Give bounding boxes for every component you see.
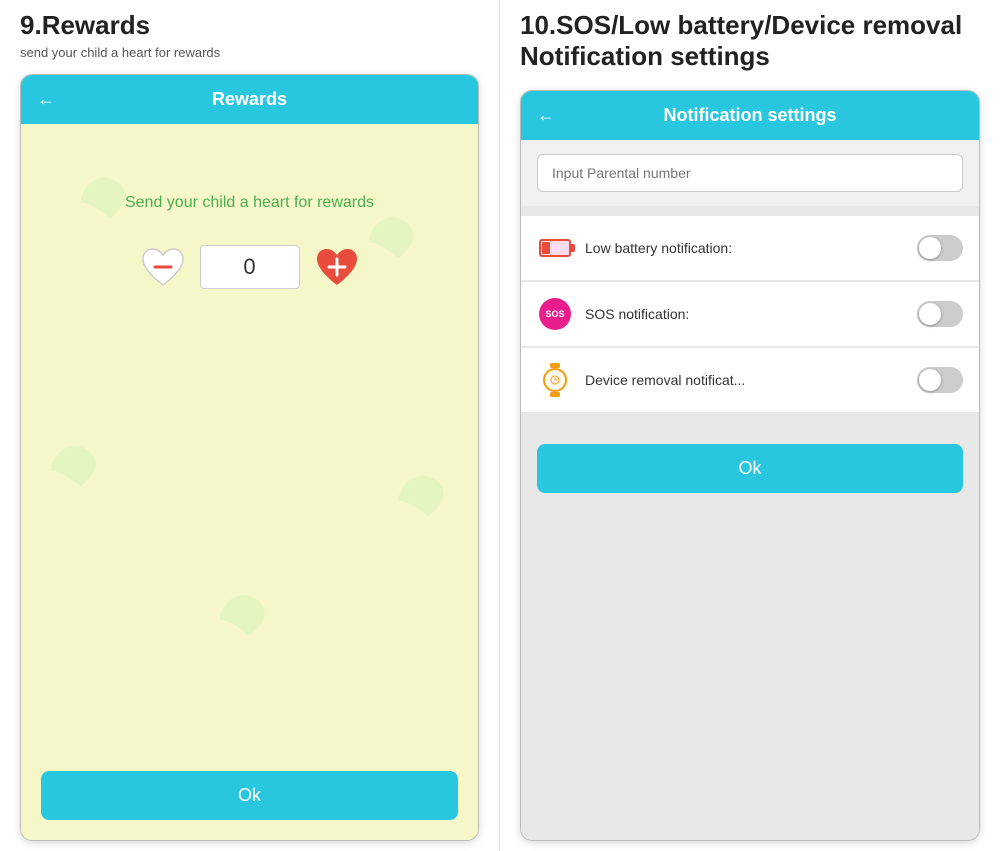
right-section-number: 10.: [520, 10, 556, 40]
left-phone-body: Send your child a heart for rewards 0: [21, 124, 478, 840]
rewards-message: Send your child a heart for rewards: [125, 194, 374, 212]
device-removal-toggle[interactable]: [917, 367, 963, 393]
device-removal-row: Device removal notificat...: [521, 348, 979, 412]
left-section-subtitle: send your child a heart for rewards: [20, 45, 479, 60]
increase-heart-button[interactable]: [312, 242, 362, 292]
left-panel: 9.Rewards send your child a heart for re…: [0, 0, 500, 851]
right-header-title: Notification settings: [663, 105, 836, 126]
watch-icon: [537, 362, 573, 398]
left-phone-header: ← Rewards: [21, 75, 478, 124]
right-ok-button[interactable]: Ok: [537, 444, 963, 493]
device-removal-label: Device removal notificat...: [585, 372, 905, 388]
sos-row: SOS SOS notification:: [521, 282, 979, 346]
right-back-arrow[interactable]: ←: [537, 105, 555, 126]
left-phone-mockup: ← Rewards Send your child a heart for re…: [20, 74, 479, 841]
parental-input-area: [521, 140, 979, 206]
right-phone-mockup: ← Notification settings Low battery noti…: [520, 90, 980, 841]
parental-number-input[interactable]: [537, 154, 963, 192]
left-section-name: Rewards: [42, 10, 150, 40]
battery-icon: [537, 230, 573, 266]
left-section-title: 9.Rewards: [20, 10, 479, 41]
low-battery-label: Low battery notification:: [585, 240, 905, 256]
left-header-title: Rewards: [212, 89, 287, 110]
heart-count: 0: [200, 245, 300, 289]
right-panel: 10.SOS/Low battery/Device removal Notifi…: [500, 0, 1000, 851]
hearts-row: 0: [138, 242, 362, 292]
sos-icon: SOS: [537, 296, 573, 332]
sos-toggle[interactable]: [917, 301, 963, 327]
decrease-heart-button[interactable]: [138, 242, 188, 292]
left-ok-button[interactable]: Ok: [41, 771, 458, 820]
low-battery-row: Low battery notification:: [521, 216, 979, 280]
right-section-title: 10.SOS/Low battery/Device removal Notifi…: [520, 10, 980, 72]
left-back-arrow[interactable]: ←: [37, 89, 55, 110]
notification-list: Low battery notification: SOS SOS notifi…: [521, 206, 979, 424]
right-phone-body: Low battery notification: SOS SOS notifi…: [521, 140, 979, 840]
low-battery-toggle[interactable]: [917, 235, 963, 261]
right-section-name: SOS/Low battery/Device removal Notificat…: [520, 10, 962, 71]
left-section-number: 9.: [20, 10, 42, 40]
sos-label: SOS notification:: [585, 306, 905, 322]
right-phone-header: ← Notification settings: [521, 91, 979, 140]
